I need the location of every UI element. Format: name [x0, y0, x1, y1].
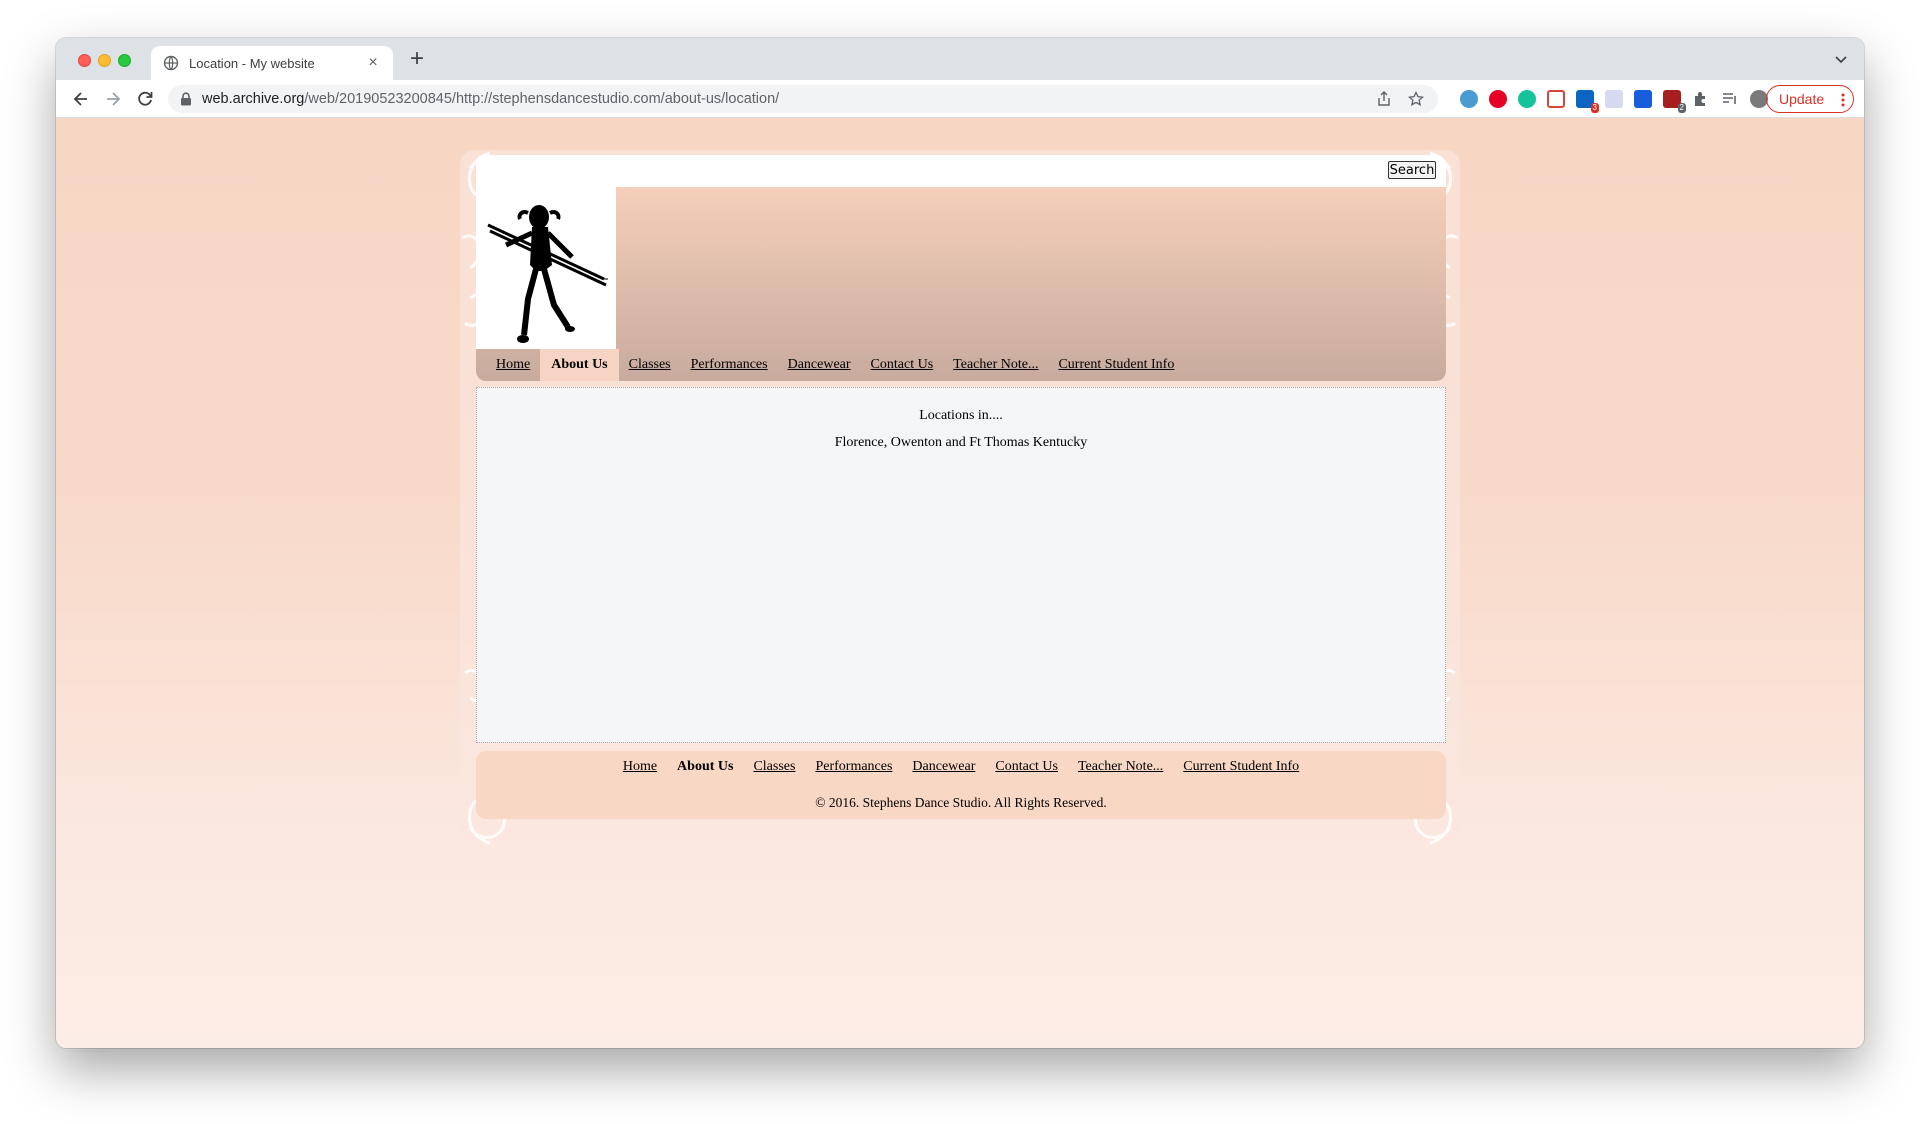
content-locations: Florence, Owenton and Ft Thomas Kentucky — [834, 435, 1088, 450]
footer-nav-classes[interactable]: Classes — [743, 759, 805, 775]
site-header: Home About Us Classes Performances Dance… — [476, 187, 1446, 381]
browser-window: Location - My website × + web.archive.or… — [56, 38, 1864, 1048]
nav-home[interactable]: Home — [486, 349, 540, 381]
extensions-area: 3 2 — [1460, 90, 1768, 113]
close-window-button[interactable] — [78, 54, 91, 67]
back-arrow-icon[interactable] — [70, 88, 92, 110]
browser-toolbar: web.archive.org/web/20190523200845/http:… — [56, 80, 1864, 118]
tab-close-icon[interactable]: × — [365, 55, 381, 71]
page-viewport: Search Home About Us Classes Performance… — [56, 118, 1864, 1048]
gmail-icon[interactable] — [1547, 90, 1565, 108]
linkedin-icon[interactable]: 3 — [1576, 90, 1599, 113]
globe-icon — [163, 55, 179, 71]
dancer-logo-image — [487, 205, 608, 343]
update-label: Update — [1779, 91, 1825, 107]
address-bar[interactable]: web.archive.org/web/20190523200845/http:… — [168, 85, 1438, 113]
search-input[interactable] — [488, 162, 1388, 178]
footer-nav-home[interactable]: Home — [613, 759, 667, 775]
footer-nav-about-us[interactable]: About Us — [667, 759, 743, 775]
browser-tab[interactable]: Location - My website × — [151, 46, 393, 80]
extension-compass-icon[interactable] — [1460, 90, 1478, 108]
footer-nav-dancewear[interactable]: Dancewear — [902, 759, 985, 775]
search-bar: Search — [476, 155, 1446, 187]
lock-icon[interactable] — [180, 92, 192, 106]
shield-extension-icon[interactable]: 2 — [1663, 90, 1686, 113]
url-text: web.archive.org/web/20190523200845/http:… — [202, 91, 779, 107]
minimize-window-button[interactable] — [98, 54, 111, 67]
nav-classes[interactable]: Classes — [619, 349, 681, 381]
main-content: Locations in.... Florence, Owenton and F… — [476, 387, 1446, 743]
nav-about-us[interactable]: About Us — [540, 349, 619, 381]
tab-title: Location - My website — [189, 55, 315, 71]
main-nav: Home About Us Classes Performances Dance… — [476, 349, 1184, 381]
grammarly-icon[interactable] — [1518, 90, 1536, 108]
footer-nav-current-student-info[interactable]: Current Student Info — [1173, 759, 1309, 775]
nav-teacher-note[interactable]: Teacher Note... — [943, 349, 1048, 381]
footer-nav-performances[interactable]: Performances — [805, 759, 902, 775]
nav-dancewear[interactable]: Dancewear — [778, 349, 861, 381]
puzzle-icon[interactable] — [1692, 90, 1710, 108]
url-host: web.archive.org — [202, 91, 305, 107]
extension-square-icon[interactable] — [1605, 90, 1623, 108]
content-heading: Locations in.... — [919, 408, 1003, 423]
footer-nav-teacher-note[interactable]: Teacher Note... — [1068, 759, 1173, 775]
pinterest-icon[interactable] — [1489, 90, 1507, 108]
forward-arrow-icon[interactable] — [102, 88, 124, 110]
site-footer: Home About Us Classes Performances Dance… — [476, 751, 1446, 819]
copyright-text: © 2016. Stephens Dance Studio. All Right… — [815, 795, 1107, 810]
footer-nav-contact-us[interactable]: Contact Us — [985, 759, 1068, 775]
bookmark-star-icon[interactable] — [1408, 91, 1424, 107]
dancer-logo — [476, 187, 616, 349]
chevron-down-icon[interactable] — [1832, 50, 1850, 68]
bitwarden-icon[interactable] — [1634, 90, 1652, 108]
update-button[interactable]: Update — [1766, 85, 1854, 113]
tab-strip: Location - My website × + — [56, 38, 1864, 80]
zoom-window-button[interactable] — [118, 54, 131, 67]
new-tab-button[interactable]: + — [404, 47, 430, 73]
reload-icon[interactable] — [134, 88, 156, 110]
menu-dots-icon[interactable] — [1841, 92, 1845, 108]
url-path: /web/20190523200845/http://stephensdance… — [304, 91, 780, 107]
linkedin-badge: 3 — [1590, 103, 1599, 113]
nav-performances[interactable]: Performances — [681, 349, 778, 381]
shield-extension-badge: 2 — [1677, 103, 1686, 113]
share-icon[interactable] — [1376, 91, 1392, 107]
reading-list-icon[interactable] — [1721, 90, 1739, 108]
nav-current-student-info[interactable]: Current Student Info — [1048, 349, 1184, 381]
footer-nav: Home About Us Classes Performances Dance… — [476, 759, 1446, 775]
nav-contact-us[interactable]: Contact Us — [861, 349, 944, 381]
search-button[interactable]: Search — [1388, 161, 1436, 179]
